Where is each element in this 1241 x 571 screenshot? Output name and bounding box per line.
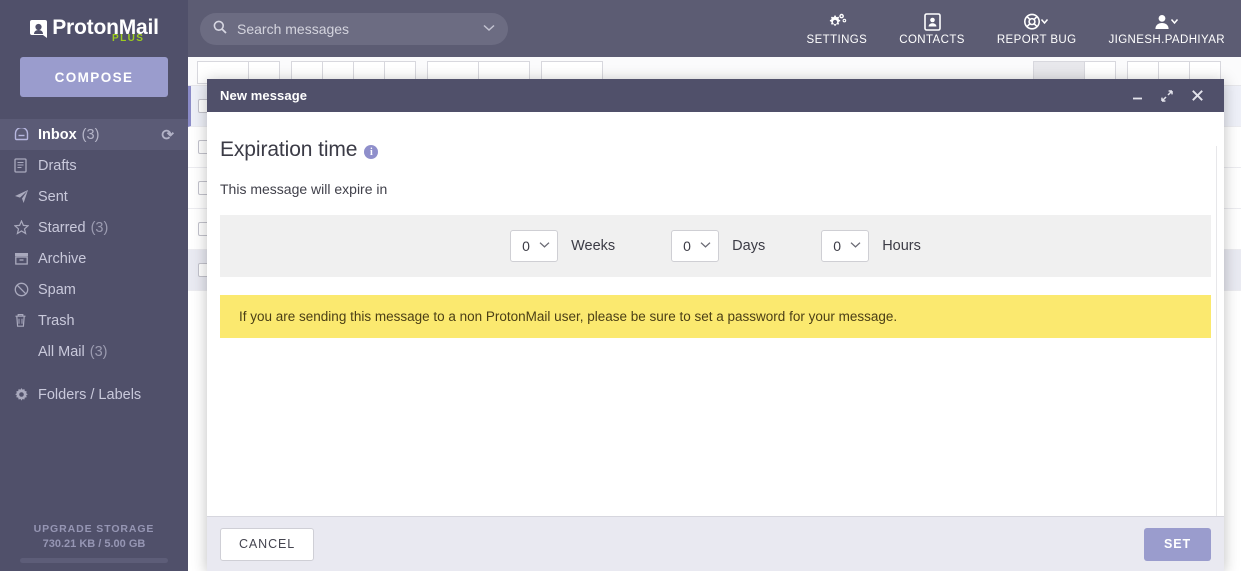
- sidebar-item-label: Spam: [38, 282, 76, 298]
- trash-icon: [14, 313, 38, 328]
- user-menu-button[interactable]: JIGNESH.PADHIYAR: [1092, 11, 1241, 46]
- hours-value: 0: [833, 238, 841, 254]
- close-icon[interactable]: [1182, 83, 1212, 109]
- top-bar: Search messages SETTINGS: [188, 0, 1241, 57]
- protonmail-app: ProtonMail PLUS COMPOSE Inbox (3) ⟳ Draf…: [0, 0, 1241, 571]
- password-warning-text: If you are sending this message to a non…: [239, 309, 897, 324]
- chevron-down-icon: [539, 241, 550, 252]
- sidebar-item-archive[interactable]: Archive: [0, 243, 188, 274]
- sidebar-item-sent[interactable]: Sent: [0, 181, 188, 212]
- sidebar-item-label: Drafts: [38, 158, 77, 174]
- sidebar-item-all-mail[interactable]: All Mail (3): [0, 336, 188, 367]
- expiration-time-heading: Expiration time: [220, 138, 357, 162]
- search-placeholder: Search messages: [237, 21, 483, 37]
- hours-select[interactable]: 0: [821, 230, 869, 262]
- page-title: Expiration time i: [220, 138, 1211, 162]
- sidebar-item-inbox[interactable]: Inbox (3) ⟳: [0, 119, 188, 150]
- expiration-selector-row: 0 Weeks 0 Days: [220, 215, 1211, 277]
- gear-icon: [14, 387, 38, 402]
- sidebar-item-count: (3): [91, 220, 109, 236]
- storage-usage: 730.21 KB / 5.00 GB: [0, 538, 188, 550]
- drafts-icon: [14, 158, 38, 173]
- sidebar-nav: Inbox (3) ⟳ Drafts Sent: [0, 119, 188, 410]
- days-selector-group: 0 Days: [671, 230, 765, 262]
- chevron-down-icon: [700, 241, 711, 252]
- modal-scrollbar[interactable]: [1216, 146, 1223, 516]
- weeks-label: Weeks: [571, 238, 615, 254]
- days-label: Days: [732, 238, 765, 254]
- spam-icon: [14, 282, 38, 297]
- sidebar-item-label: Folders / Labels: [38, 387, 141, 403]
- search-icon: [213, 20, 227, 37]
- compose-button[interactable]: COMPOSE: [20, 57, 168, 97]
- sidebar-item-count: (3): [90, 344, 108, 360]
- settings-button[interactable]: SETTINGS: [791, 11, 884, 46]
- contacts-label: CONTACTS: [899, 34, 965, 46]
- storage-widget[interactable]: UPGRADE STORAGE 730.21 KB / 5.00 GB: [0, 523, 188, 563]
- user-icon: [1153, 11, 1181, 33]
- sidebar: ProtonMail PLUS COMPOSE Inbox (3) ⟳ Draf…: [0, 0, 188, 571]
- password-warning-banner: If you are sending this message to a non…: [220, 295, 1211, 338]
- cancel-button[interactable]: CANCEL: [220, 528, 314, 561]
- weeks-select[interactable]: 0: [510, 230, 558, 262]
- hours-label: Hours: [882, 238, 921, 254]
- refresh-icon[interactable]: ⟳: [161, 126, 174, 144]
- modal-title: New message: [220, 88, 307, 103]
- sidebar-item-label: Sent: [38, 189, 68, 205]
- days-value: 0: [683, 238, 691, 254]
- sidebar-item-label: Archive: [38, 251, 86, 267]
- sidebar-item-spam[interactable]: Spam: [0, 274, 188, 305]
- search-input[interactable]: Search messages: [200, 13, 508, 45]
- archive-icon: [14, 252, 38, 265]
- storage-progress-bar: [20, 558, 168, 563]
- sidebar-item-drafts[interactable]: Drafts: [0, 150, 188, 181]
- lifebuoy-icon: [1023, 11, 1051, 33]
- sidebar-item-count: (3): [82, 127, 100, 143]
- upgrade-storage-link[interactable]: UPGRADE STORAGE: [0, 523, 188, 535]
- report-bug-label: REPORT BUG: [997, 34, 1077, 46]
- settings-label: SETTINGS: [807, 34, 868, 46]
- modal-body: Expiration time i This message will expi…: [207, 112, 1224, 516]
- top-nav: SETTINGS CONTACTS REPORT BUG: [791, 0, 1241, 57]
- sidebar-item-trash[interactable]: Trash: [0, 305, 188, 336]
- modal-footer: CANCEL SET: [207, 516, 1224, 571]
- days-select[interactable]: 0: [671, 230, 719, 262]
- modal-window-controls: [1122, 83, 1212, 109]
- star-icon: [14, 220, 38, 235]
- sidebar-item-label: Trash: [38, 313, 75, 329]
- weeks-selector-group: 0 Weeks: [510, 230, 615, 262]
- info-icon[interactable]: i: [364, 145, 378, 159]
- contacts-button[interactable]: CONTACTS: [883, 11, 981, 46]
- chevron-down-icon: [850, 241, 861, 252]
- hours-selector-group: 0 Hours: [821, 230, 921, 262]
- proton-logo-icon: [29, 19, 48, 41]
- gears-icon: [826, 11, 847, 33]
- expand-icon[interactable]: [1152, 83, 1182, 109]
- modal-header: New message: [207, 79, 1224, 112]
- sidebar-item-label: All Mail: [38, 344, 85, 360]
- weeks-value: 0: [522, 238, 530, 254]
- minimize-icon[interactable]: [1122, 83, 1152, 109]
- brand-logo[interactable]: ProtonMail PLUS: [0, 0, 188, 57]
- chevron-down-icon[interactable]: [483, 23, 495, 35]
- contact-card-icon: [924, 11, 941, 33]
- brand-tier: PLUS: [112, 33, 144, 44]
- new-message-modal: New message Expiration time: [207, 79, 1224, 571]
- sidebar-item-label: Starred: [38, 220, 86, 236]
- report-bug-button[interactable]: REPORT BUG: [981, 11, 1093, 46]
- sent-icon: [14, 189, 38, 204]
- nav-divider-gap: [0, 367, 188, 379]
- sidebar-item-starred[interactable]: Starred (3): [0, 212, 188, 243]
- expiration-subtitle: This message will expire in: [220, 181, 1211, 197]
- inbox-icon: [14, 128, 38, 141]
- user-name-label: JIGNESH.PADHIYAR: [1108, 34, 1225, 46]
- sidebar-item-label: Inbox: [38, 127, 77, 143]
- set-button[interactable]: SET: [1144, 528, 1211, 561]
- sidebar-item-folders-labels[interactable]: Folders / Labels: [0, 379, 188, 410]
